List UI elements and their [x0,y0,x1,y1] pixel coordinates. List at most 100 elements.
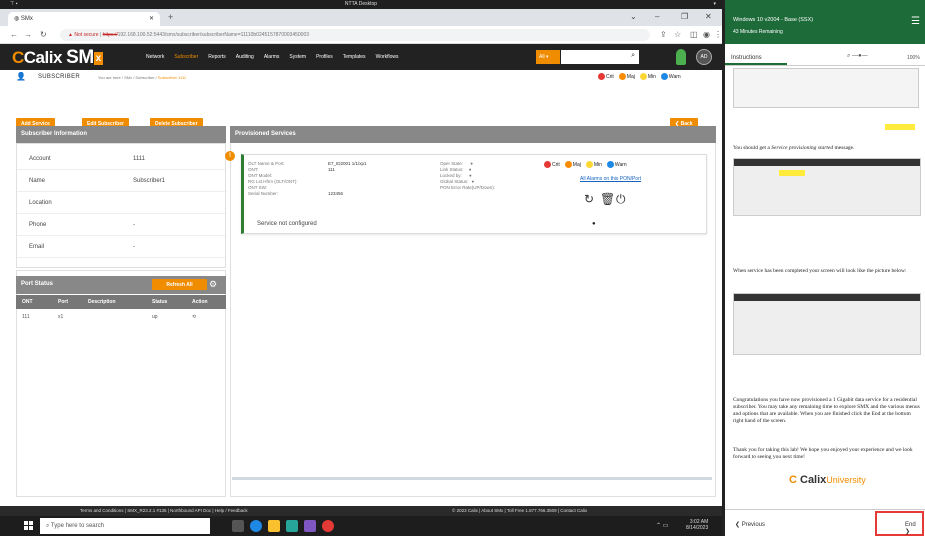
user-status-icon[interactable] [676,49,686,65]
close-tab-icon[interactable]: ✕ [149,15,154,22]
tab-strip: ◍ SMx ✕ + ⌄ – ❐ ✕ [0,9,722,26]
bookmark-star-icon[interactable]: ☆ [674,30,681,39]
previous-label: Previous [741,522,766,528]
port-table-header: ONT Port Description Status Action [16,295,226,309]
minimize-icon[interactable]: – [655,12,659,21]
instructions-panel: Windows 10 v2004 - Base (SSX) 43 Minutes… [722,0,925,536]
name-value: Subscriber1 [133,178,166,184]
cell-ont: 111 [22,314,30,320]
windows-start-icon[interactable] [24,521,33,530]
nav-auditing[interactable]: Auditing [236,54,254,60]
file-explorer-icon[interactable] [268,520,280,532]
nav-alarms[interactable]: Alarms [264,54,280,60]
instruction-text-2: When service has been completed your scr… [733,268,907,274]
new-tab-icon[interactable]: + [168,12,173,22]
email-label: Email [29,244,45,250]
zoom-controls-icon[interactable]: ⌕ —●— [847,53,868,60]
browser-tab[interactable]: ◍ SMx ✕ [8,12,160,26]
port-action-icon[interactable]: ⟲ [192,314,196,320]
nav-network[interactable]: Network [146,54,164,60]
footer-right-links[interactable]: © 2023 Calix | About SMx | Toll Free 1.8… [452,508,587,513]
refresh-all-button[interactable]: Refresh All [152,279,207,290]
forward-icon[interactable]: → [24,30,32,39]
lab-header: Windows 10 v2004 - Base (SSX) 43 Minutes… [725,0,925,44]
refresh-service-icon[interactable]: ↻ [584,192,594,206]
subscriber-icon: 👤 [16,72,26,81]
end-chevron-icon: ❯ [905,529,911,535]
search-scope-label: All [539,54,545,60]
nav-workflows[interactable]: Workflows [376,54,399,60]
taskbar-clock[interactable]: 3:02 AM 8/14/2023 [686,519,708,531]
instruction-text-3: Congratulations you have now provisioned… [733,397,920,424]
share-icon[interactable]: ⇪ [660,30,667,39]
all-alarms-link[interactable]: All Alarms on this PON/Port [580,176,641,182]
service-min-dot-icon [585,161,593,168]
status-dot-icon: ● [592,221,596,227]
main-nav: Network Subscriber Reports Auditing Alar… [146,54,399,60]
app-footer: Terms and Conditions | SMX_R23.2.1 #135 … [0,506,722,516]
tab-search-icon[interactable]: ⌄ [630,12,637,21]
service-left-labels: OLT Name & Port: ONT: ONT Model: RG Lst … [248,161,298,197]
address-input[interactable]: ▲ Not secure | https://192.168.100.52:54… [60,29,650,41]
page-title: SUBSCRIBER [38,74,81,80]
search-icon: ⌕ [631,52,635,59]
chrome-icon[interactable] [322,520,334,532]
task-view-icon[interactable] [232,520,244,532]
service-left-values: E7_ID2001 1/1/xp1 111 123456 [328,161,367,197]
tab-instructions[interactable]: Instructions [731,55,762,61]
instruction-tabs: Instructions ⌕ —●— 100% [725,44,925,66]
locked-by-dot-icon: ● [469,173,472,178]
sidebar-icon[interactable]: ◫ [690,30,698,39]
nav-templates[interactable]: Templates [343,54,366,60]
refresh-settings-icon[interactable]: ⚙ [209,279,220,290]
service-alert-icon[interactable]: ! [225,151,235,161]
horizontal-scrollbar[interactable] [232,477,712,480]
footer-left-links[interactable]: Terms and Conditions | SMX_R23.2.1 #135 … [80,508,248,513]
profile-icon[interactable]: ◉ [703,30,710,39]
back-icon[interactable]: ← [10,30,18,39]
info-row-name: Name Subscriber1 [17,170,227,192]
browser-menu-icon[interactable]: ⋮ [714,30,722,39]
cell-port: x1 [58,314,64,320]
global-search-input[interactable]: ⌕ [561,50,639,64]
end-button[interactable]: End ❯ [875,511,924,536]
remote-app-icon[interactable] [286,520,298,532]
hamburger-menu-icon[interactable]: ☰ [911,16,920,27]
info-row-phone: Phone - [17,214,227,236]
nav-reports[interactable]: Reports [208,54,226,60]
logo-mark-icon: C [12,48,24,67]
previous-button[interactable]: ❮ Previous [735,521,765,528]
taskbar-search-input[interactable]: ⌕ Type here to search [40,518,210,534]
power-icon[interactable]: ⏻ [616,192,626,207]
edge-icon[interactable] [250,520,262,532]
time-remaining: 43 Minutes Remaining [733,29,783,35]
account-label: Account [29,156,51,162]
service-card: OLT Name & Port: ONT: ONT Model: RG Lst … [241,154,707,234]
nav-subscriber[interactable]: Subscriber [174,54,198,60]
end-label: End [905,522,916,528]
subscriber-info-header: Subscriber Information [16,126,226,143]
instruction-text-1-pre: You should get a [733,145,772,151]
network-tool-icon[interactable] [304,520,316,532]
delete-service-icon[interactable]: 🗑 [600,192,615,206]
nav-profiles[interactable]: Profiles [316,54,333,60]
breadcrumb-row: 👤 SUBSCRIBER You are here / SMx / Subscr… [0,70,722,84]
instruction-text-1-emphasis: Service provisioning started [771,145,834,151]
calix-smx-logo[interactable]: CCalix SM x [12,47,103,69]
reload-icon[interactable]: ↻ [40,30,47,39]
search-scope-select[interactable]: All ▾ [536,50,560,64]
breadcrumb-path[interactable]: You are here / SMx / Subscriber / [98,75,158,80]
logo-x: x [93,52,103,66]
zoom-level: 100% [907,55,920,61]
remote-desktop-menu-icon[interactable]: ▾ [713,1,716,7]
maximize-icon[interactable]: ❐ [681,12,688,21]
nav-system[interactable]: System [289,54,306,60]
close-window-icon[interactable]: ✕ [705,12,712,21]
tray-chevron-icon[interactable]: ⌃ ▭ [656,522,668,529]
taskbar-search-placeholder: Type here to search [50,523,104,529]
link-status-dot-icon: ● [468,167,472,172]
previous-chevron-icon: ❮ [735,522,742,528]
avatar[interactable]: AD [696,49,712,65]
service-min-label: Min [593,161,602,168]
legend-maj: Maj [618,73,635,80]
